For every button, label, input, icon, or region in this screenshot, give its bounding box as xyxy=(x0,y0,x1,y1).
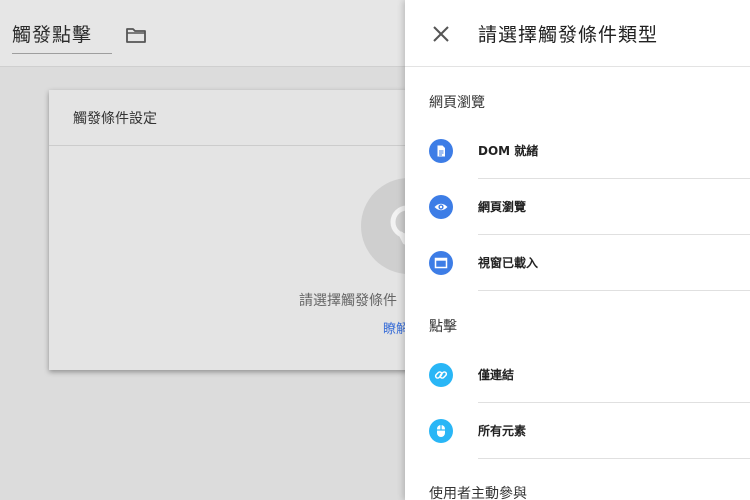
trigger-item-label: 網頁瀏覽 xyxy=(478,200,527,214)
window-icon xyxy=(429,251,453,275)
close-icon[interactable] xyxy=(429,22,453,46)
trigger-item-dom-ready[interactable]: DOM 就緒 xyxy=(405,123,750,179)
trigger-item-label: 所有元素 xyxy=(478,424,527,438)
trigger-item-window-loaded[interactable]: 視窗已載入 xyxy=(405,235,750,291)
document-icon xyxy=(429,139,453,163)
item-divider xyxy=(478,458,750,459)
trigger-item-all-elements[interactable]: 所有元素 xyxy=(405,403,750,459)
trigger-type-panel: 請選擇觸發條件類型 網頁瀏覽 DOM 就緒 網頁瀏覽 視窗已載入 點擊 僅連結 … xyxy=(405,0,750,500)
section-title-click: 點擊 xyxy=(429,319,457,335)
eye-icon xyxy=(429,195,453,219)
trigger-item-label: DOM 就緒 xyxy=(478,144,539,158)
trigger-item-label: 視窗已載入 xyxy=(478,256,539,270)
section-title-user-engagement: 使用者主動參與 xyxy=(429,486,527,500)
mouse-icon xyxy=(429,419,453,443)
trigger-item-just-links[interactable]: 僅連結 xyxy=(405,347,750,403)
folder-icon[interactable] xyxy=(125,26,147,44)
trigger-item-label: 僅連結 xyxy=(478,368,515,382)
panel-title: 請選擇觸發條件類型 xyxy=(478,24,659,46)
item-divider xyxy=(478,290,750,291)
link-icon xyxy=(429,363,453,387)
card-hint-text: 請選擇觸發條件 xyxy=(299,293,397,309)
panel-header: 請選擇觸發條件類型 xyxy=(405,0,750,67)
trigger-item-page-view[interactable]: 網頁瀏覽 xyxy=(405,179,750,235)
section-title-pageview: 網頁瀏覽 xyxy=(429,95,485,111)
card-title: 觸發條件設定 xyxy=(73,111,157,127)
trigger-name-input[interactable]: 觸發點擊 xyxy=(12,20,112,54)
